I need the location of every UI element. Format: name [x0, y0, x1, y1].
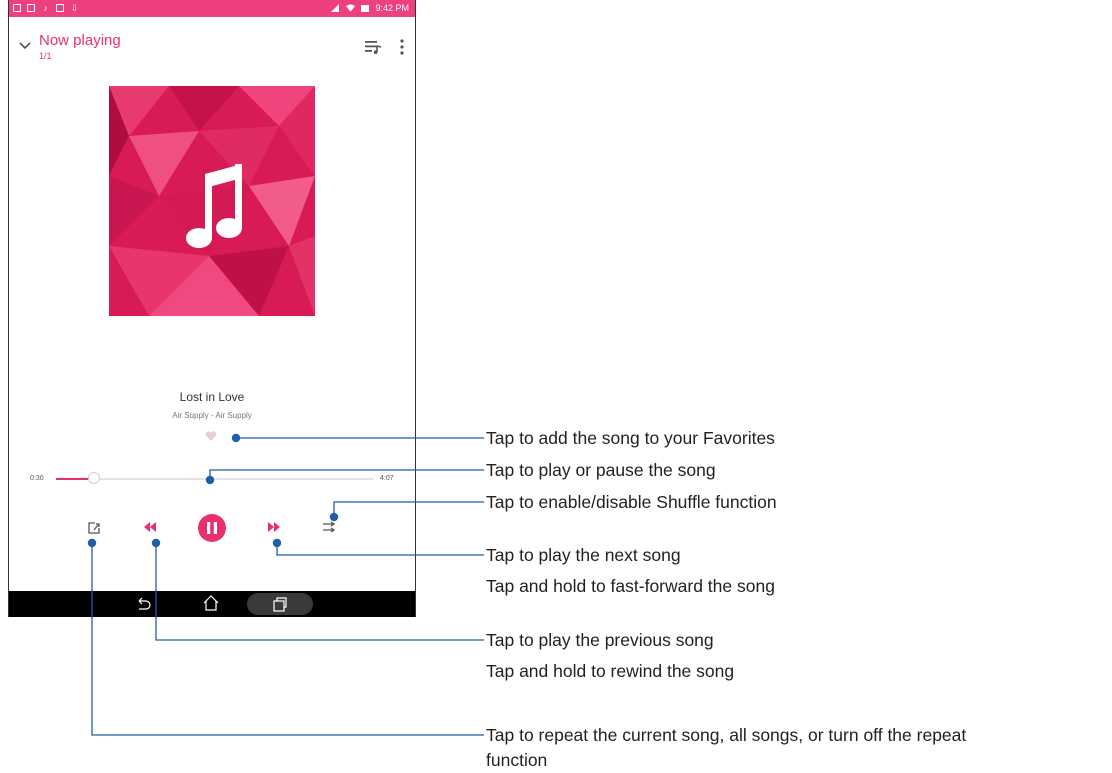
callout-next-line-2: Tap and hold to fast-forward the song: [486, 576, 775, 596]
callout-dot-play-pause: [205, 475, 215, 485]
callout-lines: [87, 433, 484, 736]
callout-dot-repeat: [87, 538, 97, 548]
callout-dot-next: [272, 538, 282, 548]
callout-line-repeat: [91, 543, 484, 736]
callout-dot-favorites: [231, 433, 241, 443]
callout-next-line-1: Tap to play the next song: [486, 545, 681, 565]
callout-repeat-line-2: function: [486, 750, 548, 770]
callout-line-shuffle: [333, 501, 484, 517]
callout-line-next: [276, 543, 484, 556]
callout-shuffle: Tap to enable/disable Shuffle function: [486, 492, 777, 512]
callout-dot-previous: [151, 538, 161, 548]
callout-previous-line-2: Tap and hold to rewind the song: [486, 661, 735, 681]
callout-previous-line-1: Tap to play the previous song: [486, 630, 714, 650]
callout-line-previous: [155, 543, 484, 641]
callout-play-pause: Tap to play or pause the song: [486, 460, 716, 480]
callout-repeat-line-1: Tap to repeat the current song, all song…: [486, 725, 967, 745]
callout-dot-shuffle: [329, 512, 339, 522]
callout-line-play-pause: [209, 469, 484, 480]
callout-favorites: Tap to add the song to your Favorites: [486, 428, 775, 448]
